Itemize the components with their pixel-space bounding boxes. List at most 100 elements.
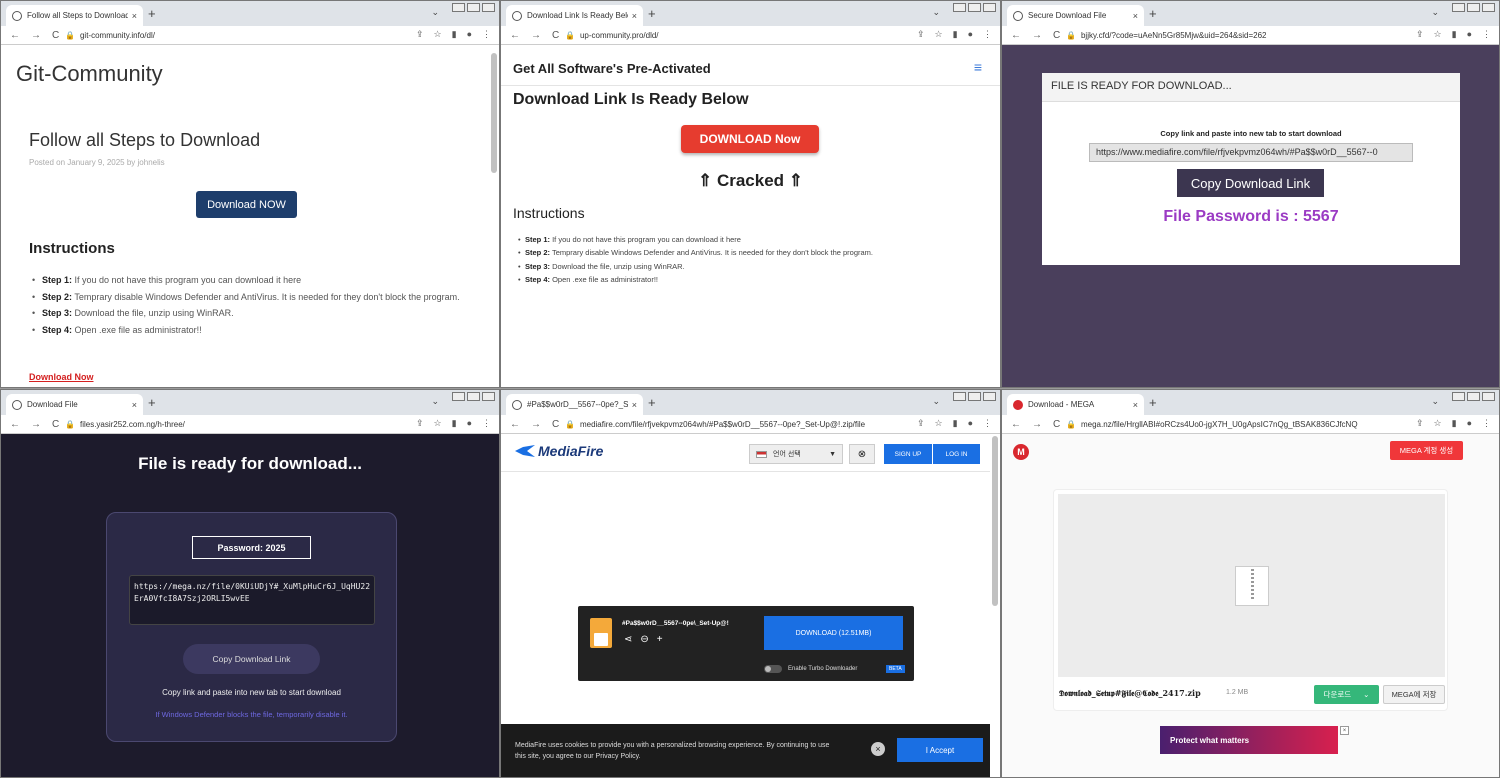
back-icon[interactable]: ← xyxy=(1011,30,1021,41)
minimize-button[interactable] xyxy=(452,392,465,401)
copy-link-button[interactable]: Copy Download Link xyxy=(183,644,320,674)
download-button[interactable]: DOWNLOAD (12.51MB) xyxy=(764,616,903,650)
hamburger-menu-icon[interactable]: ≡ xyxy=(974,59,982,75)
tab-active[interactable]: Download File × xyxy=(6,394,143,415)
reload-icon[interactable]: C xyxy=(552,419,559,430)
star-icon[interactable]: ☆ xyxy=(434,29,442,40)
reload-icon[interactable]: C xyxy=(552,30,559,41)
reload-icon[interactable]: C xyxy=(52,30,59,41)
menu-icon[interactable]: ⋮ xyxy=(1482,29,1491,40)
maximize-button[interactable] xyxy=(1467,3,1480,12)
link-textarea[interactable]: https://mega.nz/file/0KUiUDjY#_XuMlpHuCr… xyxy=(129,575,375,625)
site-logo[interactable]: Git-Community xyxy=(16,61,163,87)
chevron-down-icon[interactable]: ⌄ xyxy=(1363,690,1369,699)
ad-close-icon[interactable]: × xyxy=(1340,726,1349,735)
profile-icon[interactable]: ● xyxy=(1467,29,1472,40)
profile-icon[interactable]: ● xyxy=(968,29,973,40)
reload-icon[interactable]: C xyxy=(1053,30,1060,41)
url-field[interactable]: 🔒 up-community.pro/dld/ xyxy=(565,28,920,43)
close-tab-icon[interactable]: × xyxy=(1133,400,1138,410)
download-now-button[interactable]: Download NOW xyxy=(196,191,297,218)
mega-logo[interactable]: M xyxy=(1013,444,1029,460)
star-icon[interactable]: ☆ xyxy=(935,418,943,429)
new-tab-button[interactable]: + xyxy=(148,395,156,410)
accept-button[interactable]: I Accept xyxy=(897,738,983,762)
tab-search-icon[interactable]: ⌄ xyxy=(932,396,940,407)
minimize-button[interactable] xyxy=(1452,392,1465,401)
download-button[interactable]: 다운로드 ⌄ xyxy=(1314,685,1379,704)
tab-search-icon[interactable]: ⌄ xyxy=(1431,7,1439,18)
star-icon[interactable]: ☆ xyxy=(434,418,442,429)
menu-icon[interactable]: ⋮ xyxy=(482,29,491,40)
sidebar-icon[interactable]: ▮ xyxy=(953,418,958,429)
url-field[interactable]: 🔒 files.yasir252.com.ng/h-three/ xyxy=(65,417,419,432)
language-select[interactable]: 언어 선택 ▼ xyxy=(749,444,843,464)
tab-active[interactable]: Download Link Is Ready Below × xyxy=(506,5,643,26)
minimize-button[interactable] xyxy=(1452,3,1465,12)
save-to-mega-button[interactable]: MEGA에 저장 xyxy=(1383,685,1445,704)
reload-icon[interactable]: C xyxy=(52,419,59,430)
close-window-button[interactable] xyxy=(482,392,495,401)
plus-icon[interactable]: + xyxy=(657,634,663,645)
close-window-button[interactable] xyxy=(482,3,495,12)
star-icon[interactable]: ☆ xyxy=(1434,29,1442,40)
forward-icon[interactable]: → xyxy=(531,419,541,430)
sidebar-icon[interactable]: ▮ xyxy=(1452,418,1457,429)
menu-icon[interactable]: ⋮ xyxy=(1482,418,1491,429)
back-icon[interactable]: ← xyxy=(510,419,520,430)
menu-icon[interactable]: ⋮ xyxy=(482,418,491,429)
url-field[interactable]: 🔒 mediafire.com/file/rfjvekpvmz064wh/#Pa… xyxy=(565,417,920,432)
log-in-button[interactable]: LOG IN xyxy=(933,444,980,464)
share-icon[interactable]: ⇪ xyxy=(917,418,925,429)
star-icon[interactable]: ☆ xyxy=(1434,418,1442,429)
minimize-button[interactable] xyxy=(953,3,966,12)
back-icon[interactable]: ← xyxy=(1011,419,1021,430)
close-window-button[interactable] xyxy=(983,392,996,401)
url-field[interactable]: 🔒 mega.nz/file/HrgllABI#oRCzs4Uo0-jgX7H_… xyxy=(1066,417,1419,432)
reload-icon[interactable]: C xyxy=(1053,419,1060,430)
minimize-button[interactable] xyxy=(452,3,465,12)
tab-active[interactable]: Secure Download File × xyxy=(1007,5,1144,26)
minimize-button[interactable] xyxy=(953,392,966,401)
back-icon[interactable]: ← xyxy=(10,30,20,41)
close-circle-icon[interactable]: ⊗ xyxy=(849,444,875,464)
share-icon[interactable]: ⋖ xyxy=(624,634,632,645)
url-field[interactable]: 🔒 bjjky.cfd/?code=uAeNn5Gr85Mjw&uid=264&… xyxy=(1066,28,1419,43)
download-now-button[interactable]: DOWNLOAD Now xyxy=(681,125,819,153)
star-icon[interactable]: ☆ xyxy=(935,29,943,40)
maximize-button[interactable] xyxy=(968,392,981,401)
tab-search-icon[interactable]: ⌄ xyxy=(932,7,940,18)
sidebar-icon[interactable]: ▮ xyxy=(1452,29,1457,40)
share-icon[interactable]: ⇪ xyxy=(1416,418,1424,429)
sidebar-icon[interactable]: ▮ xyxy=(452,418,457,429)
forward-icon[interactable]: → xyxy=(1032,419,1042,430)
maximize-button[interactable] xyxy=(467,3,480,12)
close-window-button[interactable] xyxy=(1482,3,1495,12)
menu-icon[interactable]: ⋮ xyxy=(983,29,992,40)
sidebar-icon[interactable]: ▮ xyxy=(452,29,457,40)
back-icon[interactable]: ← xyxy=(10,419,20,430)
close-window-button[interactable] xyxy=(1482,392,1495,401)
profile-icon[interactable]: ● xyxy=(467,29,472,40)
close-tab-icon[interactable]: × xyxy=(132,400,137,410)
close-tab-icon[interactable]: × xyxy=(632,400,637,410)
new-tab-button[interactable]: + xyxy=(148,6,156,21)
close-tab-icon[interactable]: × xyxy=(132,11,137,21)
maximize-button[interactable] xyxy=(968,3,981,12)
forward-icon[interactable]: → xyxy=(31,30,41,41)
maximize-button[interactable] xyxy=(467,392,480,401)
close-tab-icon[interactable]: × xyxy=(632,11,637,21)
new-tab-button[interactable]: + xyxy=(648,395,656,410)
tab-search-icon[interactable]: ⌄ xyxy=(1431,396,1439,407)
new-tab-button[interactable]: + xyxy=(1149,6,1157,21)
ad-banner[interactable]: Protect what matters xyxy=(1160,726,1338,754)
link-field[interactable]: https://www.mediafire.com/file/rfjvekpvm… xyxy=(1089,143,1413,162)
new-tab-button[interactable]: + xyxy=(1149,395,1157,410)
close-tab-icon[interactable]: × xyxy=(1133,11,1138,21)
back-icon[interactable]: ← xyxy=(510,30,520,41)
share-icon[interactable]: ⇪ xyxy=(1416,29,1424,40)
maximize-button[interactable] xyxy=(1467,392,1480,401)
copy-link-button[interactable]: Copy Download Link xyxy=(1177,169,1324,197)
profile-icon[interactable]: ● xyxy=(968,418,973,429)
share-icon[interactable]: ⇪ xyxy=(917,29,925,40)
